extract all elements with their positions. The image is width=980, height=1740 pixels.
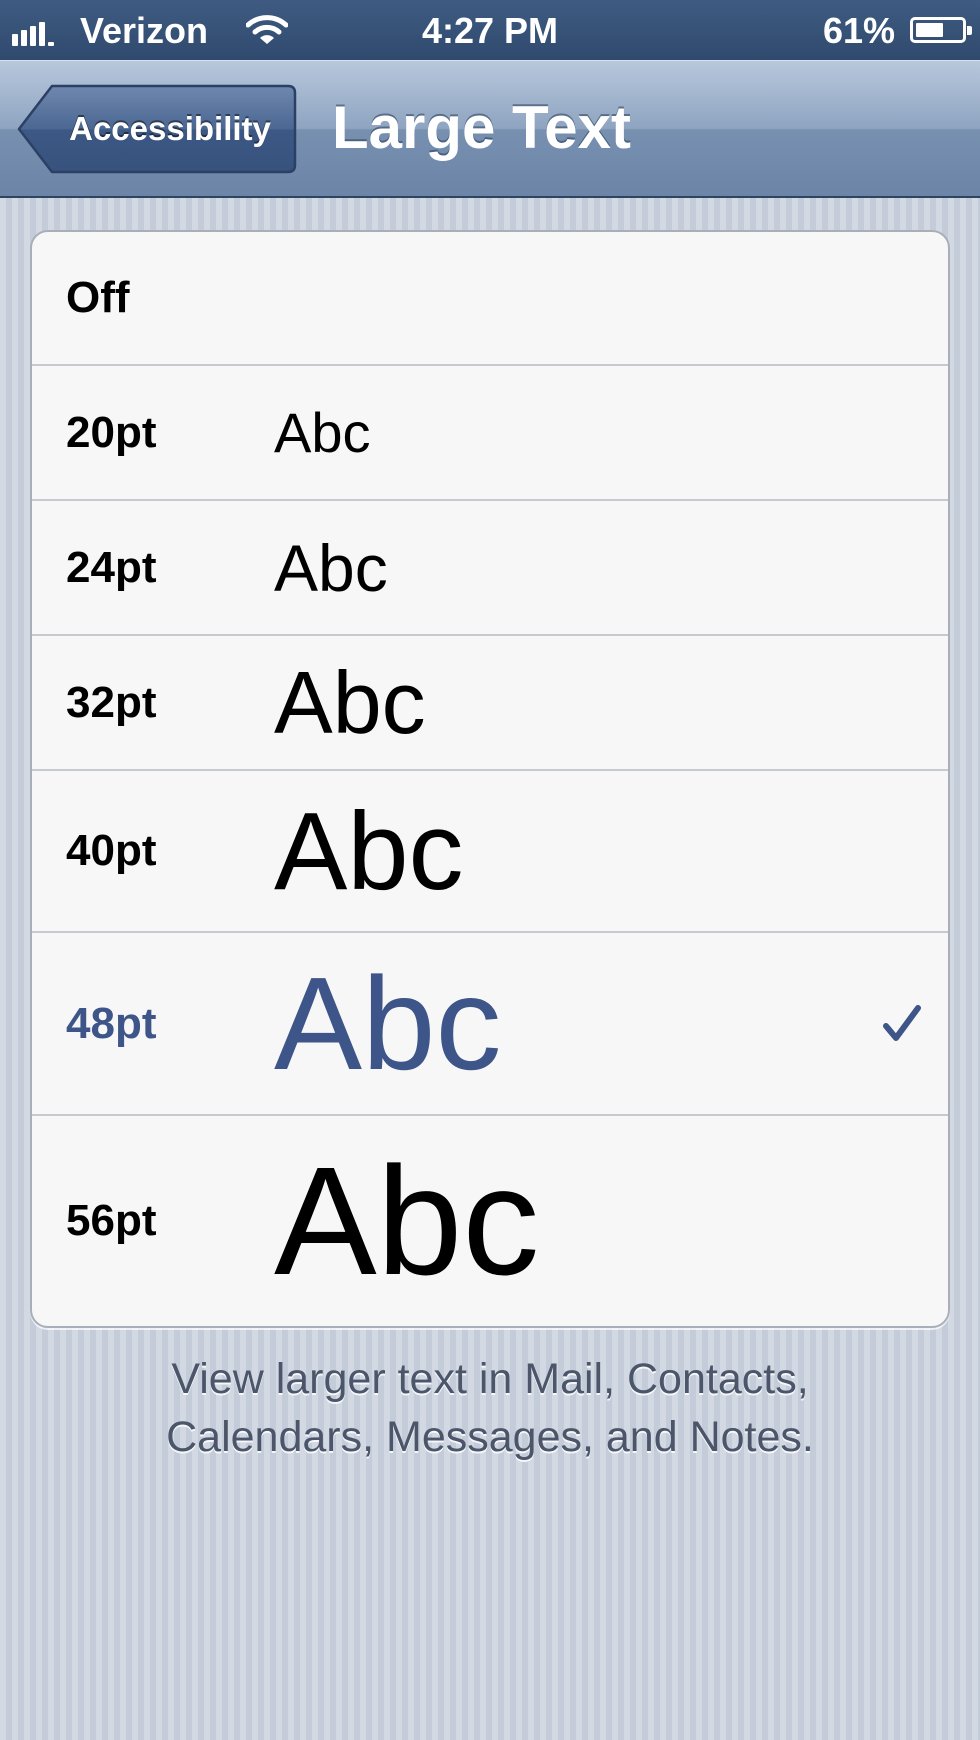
option-row-24pt[interactable]: 24pt Abc (32, 501, 948, 636)
battery-percent: 61% (822, 10, 895, 51)
option-row-48pt[interactable]: 48pt Abc (32, 933, 948, 1116)
option-sample-text: Abc (274, 1134, 540, 1307)
option-sample-text: Abc (274, 950, 502, 1097)
checkmark-icon (882, 933, 922, 1114)
battery-icon (910, 17, 972, 43)
battery-level (916, 23, 943, 37)
option-sample-text: Abc (274, 530, 388, 605)
option-row-off[interactable]: Off (32, 232, 948, 366)
back-button[interactable]: Accessibility (16, 83, 298, 175)
option-sample-text: Abc (274, 401, 371, 464)
page-title: Large Text (332, 94, 631, 161)
option-label: 32pt (66, 677, 157, 727)
option-label: Off (66, 273, 130, 322)
text-size-options: Off 20pt Abc 24pt Abc 32pt Abc 40pt Abc … (30, 230, 950, 1328)
option-label: 48pt (66, 998, 157, 1048)
option-row-20pt[interactable]: 20pt Abc (32, 366, 948, 501)
option-sample-text: Abc (274, 789, 464, 913)
option-label: 56pt (66, 1196, 157, 1245)
option-label: 24pt (66, 542, 157, 592)
option-row-40pt[interactable]: 40pt Abc (32, 771, 948, 933)
back-button-label: Accessibility (69, 110, 271, 147)
option-label: 20pt (66, 407, 157, 457)
status-bar: Verizon 4:27 PM 61% (0, 0, 980, 60)
option-sample-text: Abc (274, 652, 426, 752)
footer-note-line: Calendars, Messages, and Notes. (166, 1413, 814, 1461)
footer-note: View larger text in Mail, Contacts, Cale… (90, 1350, 890, 1466)
navigation-bar: Accessibility Large Text (0, 60, 980, 198)
option-label: 40pt (66, 826, 157, 875)
option-row-56pt[interactable]: 56pt Abc (32, 1116, 948, 1326)
option-row-32pt[interactable]: 32pt Abc (32, 636, 948, 771)
footer-note-line: View larger text in Mail, Contacts, (171, 1355, 809, 1403)
